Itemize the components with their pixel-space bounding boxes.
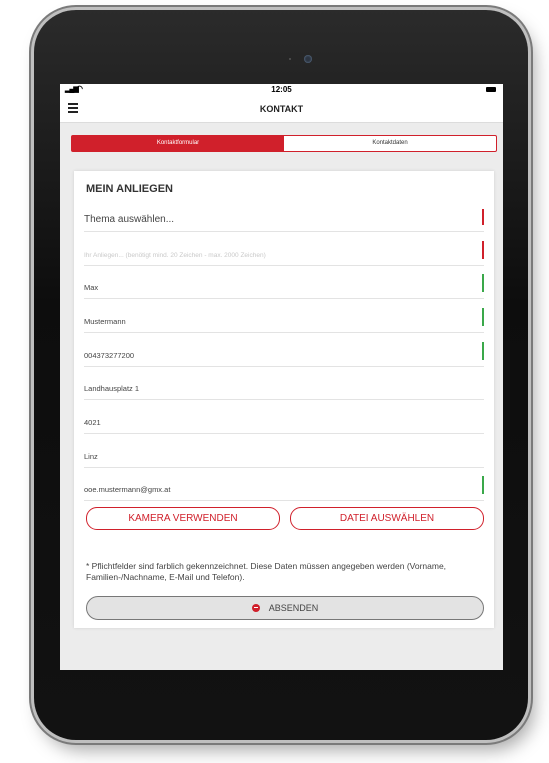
- email-field[interactable]: ooe.mustermann@gmx.at: [84, 469, 484, 501]
- zip-value: 4021: [84, 418, 101, 427]
- valid-indicator: [482, 308, 484, 326]
- app-screen: ▂▄▆ ◠ 12:05 KONTAKT Kontaktformular Kont…: [60, 84, 503, 670]
- segmented-tabs: Kontaktformular Kontaktdaten: [71, 135, 497, 152]
- front-camera: [304, 55, 312, 63]
- battery-icon: [486, 87, 496, 92]
- page-title: KONTAKT: [259, 104, 304, 114]
- phone-value: 004373277200: [84, 351, 135, 360]
- zip-field[interactable]: 4021: [84, 401, 484, 434]
- first-name-value: Max: [84, 283, 99, 292]
- tab-kontaktformular[interactable]: Kontaktformular: [72, 136, 284, 151]
- status-time: 12:05: [271, 85, 292, 94]
- submit-label: ABSENDEN: [268, 603, 319, 613]
- message-field[interactable]: Ihr Anliegen... (benötigt mind. 20 Zeich…: [84, 233, 484, 266]
- phone-field[interactable]: 004373277200: [84, 334, 484, 367]
- tab-kontaktdaten[interactable]: Kontaktdaten: [284, 136, 496, 151]
- camera-button[interactable]: KAMERA VERWENDEN: [86, 507, 280, 530]
- status-bar: ▂▄▆ ◠ 12:05: [60, 84, 503, 96]
- street-field[interactable]: Landhausplatz 1: [84, 368, 484, 400]
- submit-button[interactable]: ABSENDEN: [86, 596, 484, 620]
- contact-form-card: MEIN ANLIEGEN Thema auswählen... Ihr Anl…: [74, 171, 494, 628]
- first-name-field[interactable]: Max: [84, 267, 484, 299]
- valid-indicator: [482, 342, 484, 360]
- topic-select-value: Thema auswählen...: [84, 214, 175, 225]
- choose-file-button[interactable]: DATEI AUSWÄHLEN: [290, 507, 484, 530]
- minus-circle-icon: [251, 603, 260, 612]
- city-value: Linz: [84, 452, 98, 461]
- city-field[interactable]: Linz: [84, 435, 484, 468]
- topic-select[interactable]: Thema auswählen...: [84, 203, 484, 232]
- last-name-field[interactable]: Mustermann: [84, 300, 484, 333]
- required-indicator: [482, 209, 484, 225]
- last-name-value: Mustermann: [84, 317, 126, 326]
- required-fields-note: * Pflichtfelder sind farblich gekennzeic…: [86, 561, 447, 582]
- valid-indicator: [482, 274, 484, 292]
- required-indicator: [482, 241, 484, 259]
- message-placeholder: Ihr Anliegen... (benötigt mind. 20 Zeich…: [84, 252, 266, 259]
- nav-bar: KONTAKT: [60, 96, 503, 123]
- email-value: ooe.mustermann@gmx.at: [84, 485, 171, 494]
- street-value: Landhausplatz 1: [84, 384, 140, 393]
- valid-indicator: [482, 476, 484, 494]
- form-heading: MEIN ANLIEGEN: [86, 183, 173, 195]
- sensor-dot: [289, 58, 291, 60]
